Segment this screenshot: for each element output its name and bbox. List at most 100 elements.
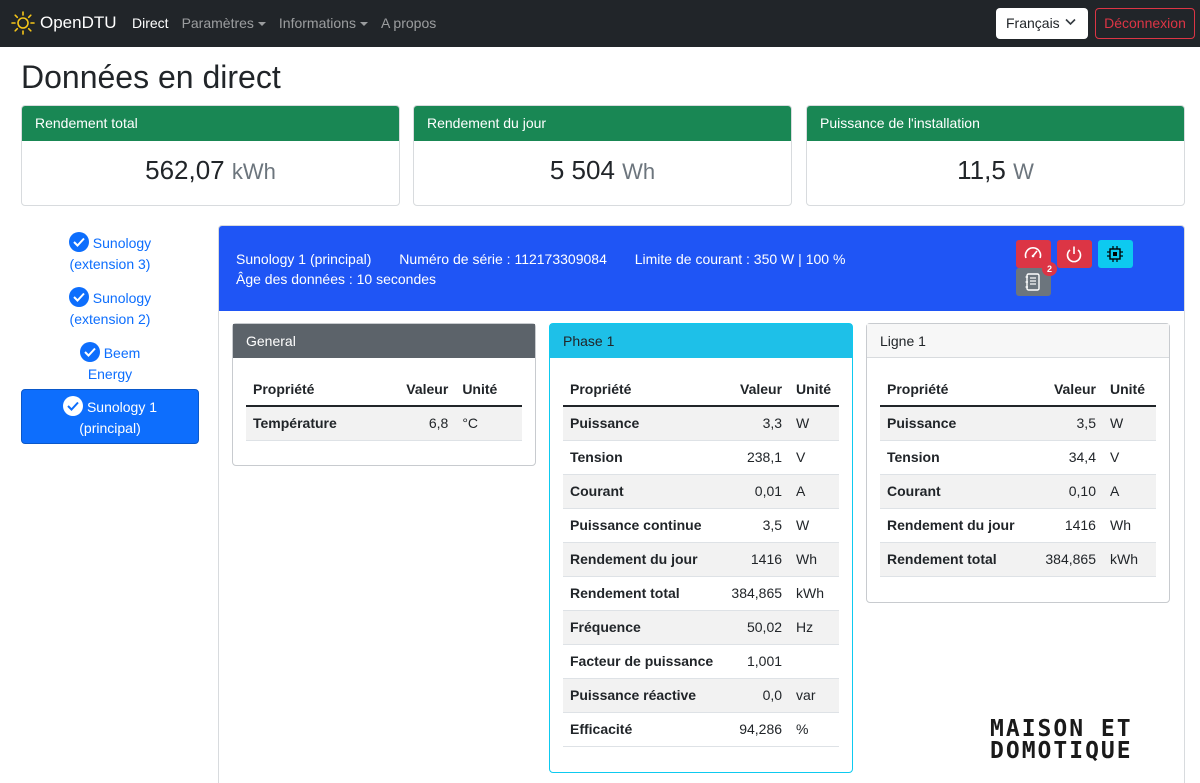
column-header: Propriété bbox=[246, 372, 380, 407]
row-property: Rendement du jour bbox=[563, 542, 724, 577]
row-unit: V bbox=[1102, 440, 1156, 475]
table-row: Efficacité 94,286% bbox=[563, 712, 839, 747]
nav-informations[interactable]: Informations bbox=[279, 15, 368, 31]
table-row: Puissance continue 3,5 W bbox=[563, 508, 839, 543]
row-unit: Wh bbox=[789, 542, 839, 577]
inverter-data-age: Âge des données : 10 secondes bbox=[236, 271, 437, 287]
row-unit: var bbox=[789, 678, 839, 713]
sidebar-item-sunology-ext3[interactable]: Sunology (extension 3) bbox=[21, 232, 199, 275]
table-row: Puissance 3,5 W bbox=[880, 406, 1156, 441]
row-value: 6,8 bbox=[379, 406, 456, 441]
sidebar-item-label: Sunology 1 (principal) bbox=[79, 399, 158, 436]
inverter-limit: Limite de courant : 350 W | 100 % bbox=[634, 251, 846, 267]
table-row: Rendement total 384,865 kWh bbox=[563, 576, 839, 611]
row-property: Efficacité bbox=[563, 712, 724, 747]
row-value: 1416 bbox=[723, 542, 790, 577]
column-header: Unité bbox=[1102, 372, 1156, 407]
table-row: Puissance réactive 0,0 var bbox=[563, 678, 839, 713]
row-unit: W bbox=[789, 508, 839, 543]
row-property: Puissance bbox=[880, 406, 1034, 441]
row-property: Puissance réactive bbox=[563, 678, 724, 713]
table-row: Fréquence 50,02 Hz bbox=[563, 610, 839, 645]
language-select[interactable]: Français bbox=[996, 8, 1088, 39]
nav-parametres[interactable]: Paramètres bbox=[182, 15, 266, 31]
check-circle-icon bbox=[62, 396, 83, 416]
string-table: Propriété Valeur Unité Puissance 3,5 W Ten… bbox=[880, 372, 1156, 577]
summary-card-title: Rendement total bbox=[22, 106, 399, 141]
table-row: Rendement du jour 1416 Wh bbox=[880, 508, 1156, 543]
row-value: 3,3 bbox=[723, 406, 790, 441]
row-value: 1416 bbox=[1033, 508, 1103, 543]
table-row: Rendement total 384,865 kWh bbox=[880, 542, 1156, 577]
row-unit: °C bbox=[455, 406, 522, 441]
card-general: General Propriété Valeur Unité Températu… bbox=[232, 323, 536, 466]
chevron-down-icon bbox=[1065, 18, 1076, 26]
row-unit: W bbox=[789, 406, 839, 441]
page-title: Données en direct bbox=[21, 59, 281, 95]
logout-button[interactable]: Déconnexion bbox=[1095, 8, 1195, 39]
navbar: OpenDTU Direct Paramètres Informations A… bbox=[0, 0, 1200, 47]
sun-icon bbox=[11, 11, 35, 35]
nav-apropos[interactable]: A propos bbox=[381, 15, 436, 31]
inverter-name: Sunology 1 (principal) bbox=[236, 251, 372, 267]
summary-value: 11,5 bbox=[957, 155, 1006, 185]
row-unit: A bbox=[1102, 474, 1156, 509]
caret-down-icon bbox=[359, 22, 368, 26]
summary-unit: W bbox=[1013, 159, 1034, 184]
card-ligne-1: Ligne 1 Propriété Valeur Unité Puissance… bbox=[866, 323, 1170, 603]
inverter-serial: Numéro de série : 112173309084 bbox=[399, 251, 607, 267]
column-header: Valeur bbox=[723, 372, 790, 407]
summary-value: 562,07 bbox=[145, 155, 225, 185]
summary-card-day-yield: Rendement du jour 5 504 Wh bbox=[413, 105, 792, 206]
summary-unit: Wh bbox=[622, 159, 656, 184]
language-value: Français bbox=[1006, 15, 1060, 31]
row-unit: Hz bbox=[789, 610, 839, 645]
cpu-icon bbox=[1107, 246, 1123, 262]
row-unit: W bbox=[1102, 406, 1156, 441]
row-value: 94,286 bbox=[723, 712, 790, 747]
row-value: 0,0 bbox=[723, 678, 790, 713]
speedometer-icon bbox=[1024, 247, 1042, 259]
table-row: Courant 0,01 A bbox=[563, 474, 839, 509]
summary-unit: kWh bbox=[231, 159, 276, 184]
row-unit: Wh bbox=[1102, 508, 1156, 543]
row-property: Tension bbox=[563, 440, 724, 475]
device-info-button[interactable] bbox=[1098, 240, 1133, 268]
row-property: Température bbox=[246, 406, 380, 441]
table-row: Puissance 3,3 W bbox=[563, 406, 839, 441]
power-control-button[interactable] bbox=[1057, 240, 1092, 268]
table-row: Température 6,8 °C bbox=[246, 406, 522, 441]
table-row: Tension 238,1 V bbox=[563, 440, 839, 475]
journal-icon bbox=[1025, 273, 1040, 291]
table-row: Rendement du jour 1416 Wh bbox=[563, 542, 839, 577]
row-value: 1,001 bbox=[723, 644, 790, 679]
row-property: Facteur de puissance bbox=[563, 644, 724, 679]
brand[interactable]: OpenDTU bbox=[11, 11, 117, 35]
phase-table: Propriété Valeur Unité Puissance 3,3 W Ten… bbox=[563, 372, 839, 747]
event-count-badge: 2 bbox=[1042, 262, 1057, 276]
sidebar-item-sunology-ext2[interactable]: Sunology (extension 2) bbox=[21, 287, 199, 330]
check-circle-icon bbox=[68, 287, 89, 307]
watermark-logo: MAISON ET DOMOTIQUE bbox=[990, 718, 1133, 763]
column-header: Propriété bbox=[880, 372, 1034, 407]
summary-card-title: Puissance de l'installation bbox=[807, 106, 1184, 141]
row-property: Rendement total bbox=[563, 576, 724, 611]
summary-card-title: Rendement du jour bbox=[414, 106, 791, 141]
check-circle-icon bbox=[79, 342, 100, 362]
nav-informations-label: Informations bbox=[278, 15, 356, 31]
card-phase-1: Phase 1 Propriété Valeur Unité Puissance… bbox=[549, 323, 853, 773]
card-title: General bbox=[233, 324, 535, 358]
row-unit: kWh bbox=[1102, 542, 1156, 577]
nav-direct[interactable]: Direct bbox=[132, 15, 169, 31]
row-value: 3,5 bbox=[1033, 406, 1103, 441]
row-unit: V bbox=[789, 440, 839, 475]
column-header: Valeur bbox=[379, 372, 456, 407]
sidebar-item-sunology-principal[interactable]: Sunology 1 (principal) bbox=[21, 389, 199, 444]
row-value: 384,865 bbox=[1033, 542, 1103, 577]
row-property: Fréquence bbox=[563, 610, 724, 645]
row-unit: % bbox=[789, 712, 839, 747]
row-property: Puissance bbox=[563, 406, 724, 441]
nav-parametres-label: Paramètres bbox=[181, 15, 254, 31]
card-title: Phase 1 bbox=[550, 324, 852, 358]
row-value: 0,01 bbox=[723, 474, 790, 509]
